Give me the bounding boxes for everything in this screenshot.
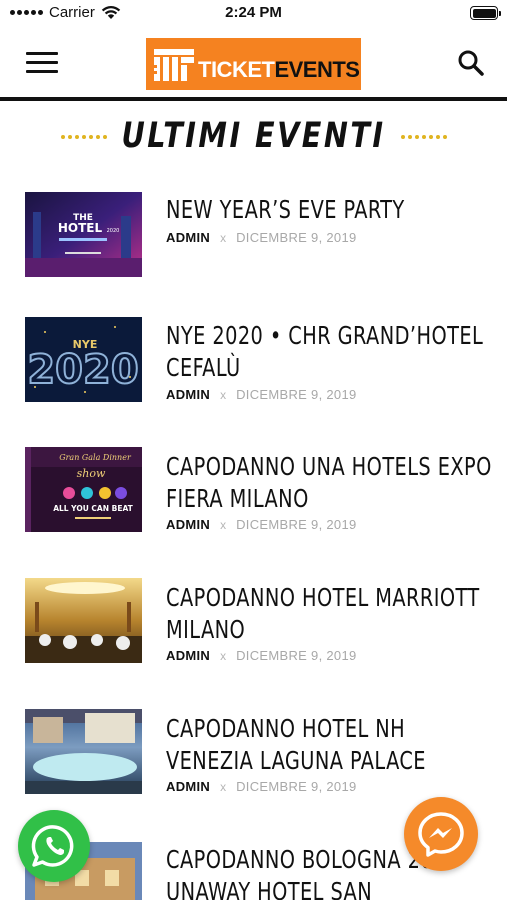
decor-dots-right [401,135,447,139]
whatsapp-button[interactable] [18,810,90,882]
post-date: DICEMBRE 9, 2019 [236,779,357,794]
post-thumbnail[interactable]: NYE 2020 [25,317,142,402]
hamburger-icon [26,52,58,73]
post-author[interactable]: ADMIN [166,648,210,663]
post-meta: ADMIN x DICEMBRE 9, 2019 [166,779,357,794]
meta-separator: x [220,648,227,663]
post-thumbnail[interactable]: THE HOTEL 2020 [25,192,142,277]
header-divider [0,97,507,101]
post-date: DICEMBRE 9, 2019 [236,648,357,663]
logo-text: TICKETEVENTS [198,57,360,83]
menu-button[interactable] [26,52,58,76]
post-author[interactable]: ADMIN [166,387,210,402]
post-thumbnail[interactable]: Gran Gala Dinner show ALL YOU CAN BEAT [25,447,142,532]
search-button[interactable] [457,49,485,77]
post-item[interactable]: THE HOTEL 2020 NEW YEAR’S EVE PARTY ADMI… [0,192,507,302]
post-date: DICEMBRE 9, 2019 [236,517,357,532]
section-heading: ULTIMI EVENTI [0,114,507,162]
logo-text-events: EVENTS [274,57,360,82]
thumb-text: show [77,467,106,480]
post-item[interactable]: Gran Gala Dinner show ALL YOU CAN BEAT C… [0,447,507,559]
thumb-text: 2020 [107,228,120,234]
post-author[interactable]: ADMIN [166,779,210,794]
post-author[interactable]: ADMIN [166,517,210,532]
post-author[interactable]: ADMIN [166,230,210,245]
logo-mark-icon [154,49,194,81]
post-title[interactable]: NEW YEAR’S EVE PARTY [166,194,496,226]
post-meta: ADMIN x DICEMBRE 9, 2019 [166,648,357,663]
site-logo[interactable]: TICKETEVENTS [146,38,361,90]
section-title: ULTIMI EVENTI [121,116,386,156]
app-header: TICKETEVENTS [0,26,507,98]
thumb-text: HOTEL [58,221,103,235]
post-item[interactable]: NYE 2020 NYE 2020 • CHR GRAND’HOTEL CEFA… [0,317,507,428]
whatsapp-icon [31,825,74,867]
post-item[interactable]: CAPODANNO HOTEL MARRIOTT MILANO ADMIN x … [0,578,507,690]
battery-icon [470,6,501,20]
thumb-text: Gran Gala Dinner [59,453,132,462]
post-title[interactable]: CAPODANNO HOTEL MARRIOTT MILANO [166,582,496,646]
meta-separator: x [220,387,227,402]
meta-separator: x [220,230,227,245]
meta-separator: x [220,517,227,532]
post-meta: ADMIN x DICEMBRE 9, 2019 [166,230,357,245]
post-title[interactable]: CAPODANNO HOTEL NH VENEZIA LAGUNA PALACE [166,713,496,777]
post-title[interactable]: NYE 2020 • CHR GRAND’HOTEL CEFALÙ [166,320,496,384]
post-thumbnail[interactable] [25,709,142,794]
post-title[interactable]: CAPODANNO UNA HOTELS EXPO FIERA MILANO [166,451,496,515]
logo-text-ticket: TICKET [198,57,275,82]
messenger-icon [418,812,464,857]
post-thumbnail[interactable] [25,578,142,663]
messenger-button[interactable] [404,797,478,871]
post-date: DICEMBRE 9, 2019 [236,230,357,245]
status-time: 2:24 PM [225,4,282,21]
thumb-text: ALL YOU CAN BEAT [53,504,133,513]
search-icon [458,50,484,76]
post-date: DICEMBRE 9, 2019 [236,387,357,402]
post-meta: ADMIN x DICEMBRE 9, 2019 [166,387,357,402]
meta-separator: x [220,779,227,794]
post-meta: ADMIN x DICEMBRE 9, 2019 [166,517,357,532]
status-bar: Carrier 2:24 PM [0,0,507,26]
thumb-text: 2020 [27,347,138,393]
